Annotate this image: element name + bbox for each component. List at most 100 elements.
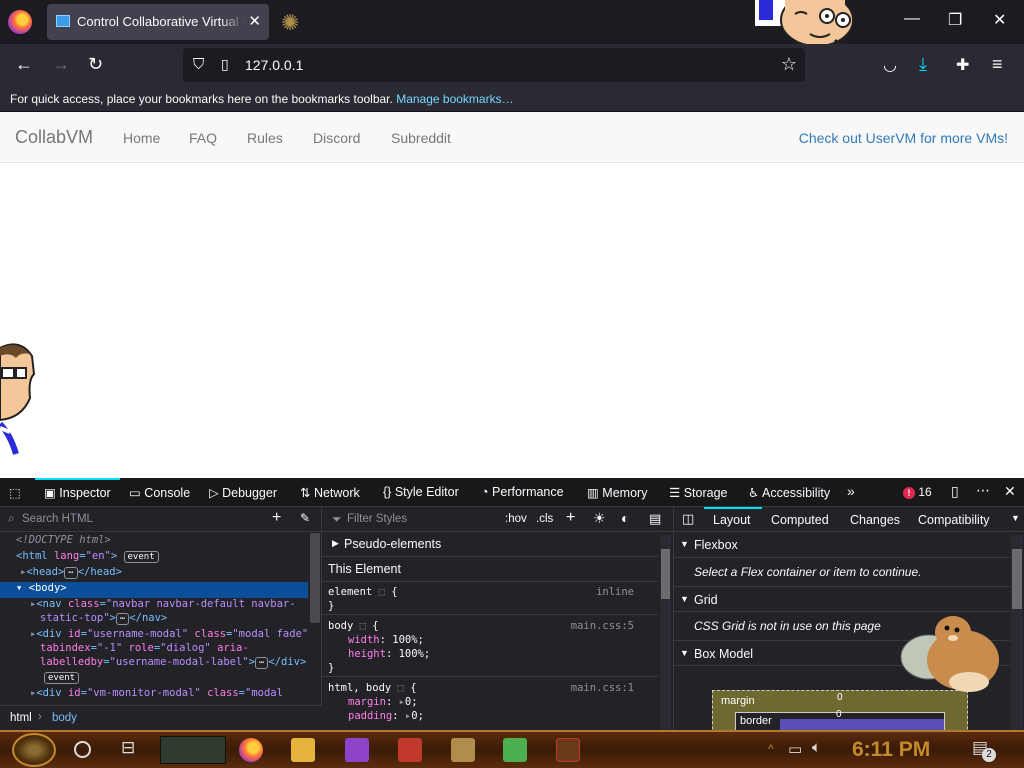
body-node-selected[interactable]: ▾ <body> [0,582,308,598]
toggle-sidebar-icon[interactable]: ◫ [682,511,694,527]
bookmark-star-icon[interactable]: ☆ [781,54,797,75]
minimize-icon[interactable]: — [904,10,920,28]
body-source-link[interactable]: main.css:5 [571,620,634,632]
game-app-icon[interactable] [398,738,422,762]
body-selector[interactable]: body [328,620,353,632]
head-node[interactable]: ▸<head> ⋯ </head> [0,566,308,582]
more-tabs-icon[interactable]: » [847,483,855,499]
margin-top-value[interactable]: 0 [837,692,843,703]
menu-icon[interactable]: ≡ [992,54,1003,75]
tab-debugger[interactable]: ▷ Debugger [209,485,277,500]
start-button-icon[interactable] [12,733,56,767]
tab-close-icon[interactable]: ✕ [248,12,261,30]
network-icon[interactable]: ▭ [788,740,802,758]
tab-memory[interactable]: ▥ Memory [587,485,647,500]
tab-accessibility[interactable]: ♿ Accessibility [748,485,830,500]
margin-value[interactable]: 0; [405,696,418,708]
height-value[interactable]: 100%; [399,648,431,660]
cls-button[interactable]: .cls [536,513,553,525]
eyedropper-icon[interactable]: ✎ [300,511,310,525]
tab-layout[interactable]: Layout [713,513,751,527]
rules-scrollbar-thumb[interactable] [661,549,670,599]
markup-scrollbar[interactable] [310,533,320,623]
search-html-input[interactable]: Search HTML [22,513,93,525]
browser-tab[interactable]: Control Collaborative Virtual Machines! … [47,4,269,40]
margin-prop[interactable]: margin [348,696,386,708]
page-icon[interactable]: ▯ [221,56,229,73]
event-badge-2[interactable]: event [0,671,308,687]
visual-studio-icon[interactable] [345,738,369,762]
pseudo-elements-row[interactable]: ▶ Pseudo-elements [322,532,658,557]
download-icon[interactable]: ⤓ [919,54,927,75]
taskbar-widget[interactable] [160,736,226,764]
volume-icon[interactable]: 🔈︎ [812,739,821,756]
light-theme-icon[interactable]: ☀ [593,510,606,527]
tabs-overflow-icon[interactable]: ▼ [1011,513,1020,523]
nav-item-faq[interactable]: FAQ [189,130,217,146]
tab-style-editor[interactable]: {} Style Editor [383,485,459,499]
box-model-padding[interactable] [780,719,944,730]
more-options-icon[interactable]: ⋯ [976,482,990,499]
width-value[interactable]: 100%; [392,634,424,646]
padding-value[interactable]: 0; [411,710,424,722]
maximize-icon[interactable]: ❐ [948,10,962,30]
vm-monitor-modal-node[interactable]: ▸<div id="vm-monitor-modal" class="modal [0,687,308,703]
event-badge[interactable]: event [123,551,159,563]
add-node-icon[interactable]: + [272,509,281,527]
breadcrumb-html[interactable]: html [10,712,32,724]
dock-icon[interactable]: ▯ [951,483,959,500]
padding-prop[interactable]: padding [348,710,392,722]
breadcrumb-body[interactable]: body [52,712,77,724]
manage-bookmarks-link[interactable]: Manage bookmarks… [396,92,513,106]
add-rule-icon[interactable]: + [566,509,575,527]
hov-button[interactable]: :hov [505,513,527,525]
uservm-link[interactable]: Check out UserVM for more VMs! [799,130,1008,146]
reload-icon[interactable]: ↻ [88,54,103,75]
file-explorer-icon[interactable] [291,738,315,762]
app-taskbar-icon[interactable] [451,738,475,762]
print-media-icon[interactable]: ▤ [649,511,661,527]
search-circle-icon[interactable] [74,741,91,758]
tab-console[interactable]: ▭ Console [129,485,190,500]
flexbox-section[interactable]: ▼ Flexbox [674,532,1010,558]
tab-inspector[interactable]: ▣ Inspector [44,485,111,500]
taskbar-clock[interactable]: 6:11 PM [852,738,930,762]
box-model-border[interactable]: border 0 [735,709,945,730]
firefox-icon[interactable] [8,10,32,34]
firefox-taskbar-icon[interactable] [239,738,263,762]
forward-icon[interactable]: → [52,54,70,75]
element-selector[interactable]: element [328,586,372,598]
tab-network[interactable]: ⇅ Network [300,485,360,500]
shield-icon[interactable]: ⛉ [193,56,204,73]
url-bar[interactable]: ⛉ ▯ 127.0.0.1 ☆ [183,48,805,82]
media-app-icon[interactable] [556,738,580,762]
layout-scrollbar-track[interactable] [1011,535,1023,730]
close-devtools-icon[interactable]: ✕ [1004,483,1016,500]
nav-item-subreddit[interactable]: Subreddit [391,130,451,146]
dark-theme-icon[interactable]: ◐ [621,510,629,526]
tab-computed[interactable]: Computed [771,513,829,527]
chart-app-icon[interactable] [503,738,527,762]
layout-scrollbar-thumb[interactable] [1012,549,1022,609]
tab-changes[interactable]: Changes [850,513,900,527]
height-prop[interactable]: height [348,648,386,660]
html-node[interactable]: <html lang="en"> event [0,550,308,566]
extensions-icon[interactable]: ✚ [956,55,969,75]
tab-storage[interactable]: ☰ Storage [669,485,727,500]
doctype-line[interactable]: <!DOCTYPE html> [0,534,308,550]
tab-performance[interactable]: ◔ Performance [481,485,564,499]
width-prop[interactable]: width [348,634,380,646]
url-text[interactable]: 127.0.0.1 [245,57,303,73]
task-view-icon[interactable]: ⊟ [121,738,135,758]
element-picker-icon[interactable]: ⬚ [9,485,21,500]
tray-chevron-icon[interactable]: ^ [768,742,774,756]
rules-scrollbar-track[interactable] [660,535,671,730]
site-brand[interactable]: CollabVM [15,127,93,148]
html-body-selector[interactable]: html, body [328,682,391,694]
error-count-badge[interactable]: ! 16 [903,485,932,499]
close-window-icon[interactable]: ✕ [993,10,1006,30]
pocket-icon[interactable]: ◡ [883,55,897,75]
filter-styles-input[interactable]: Filter Styles [347,513,407,525]
tab-compatibility[interactable]: Compatibility [918,513,990,527]
nav-item-home[interactable]: Home [123,130,160,146]
